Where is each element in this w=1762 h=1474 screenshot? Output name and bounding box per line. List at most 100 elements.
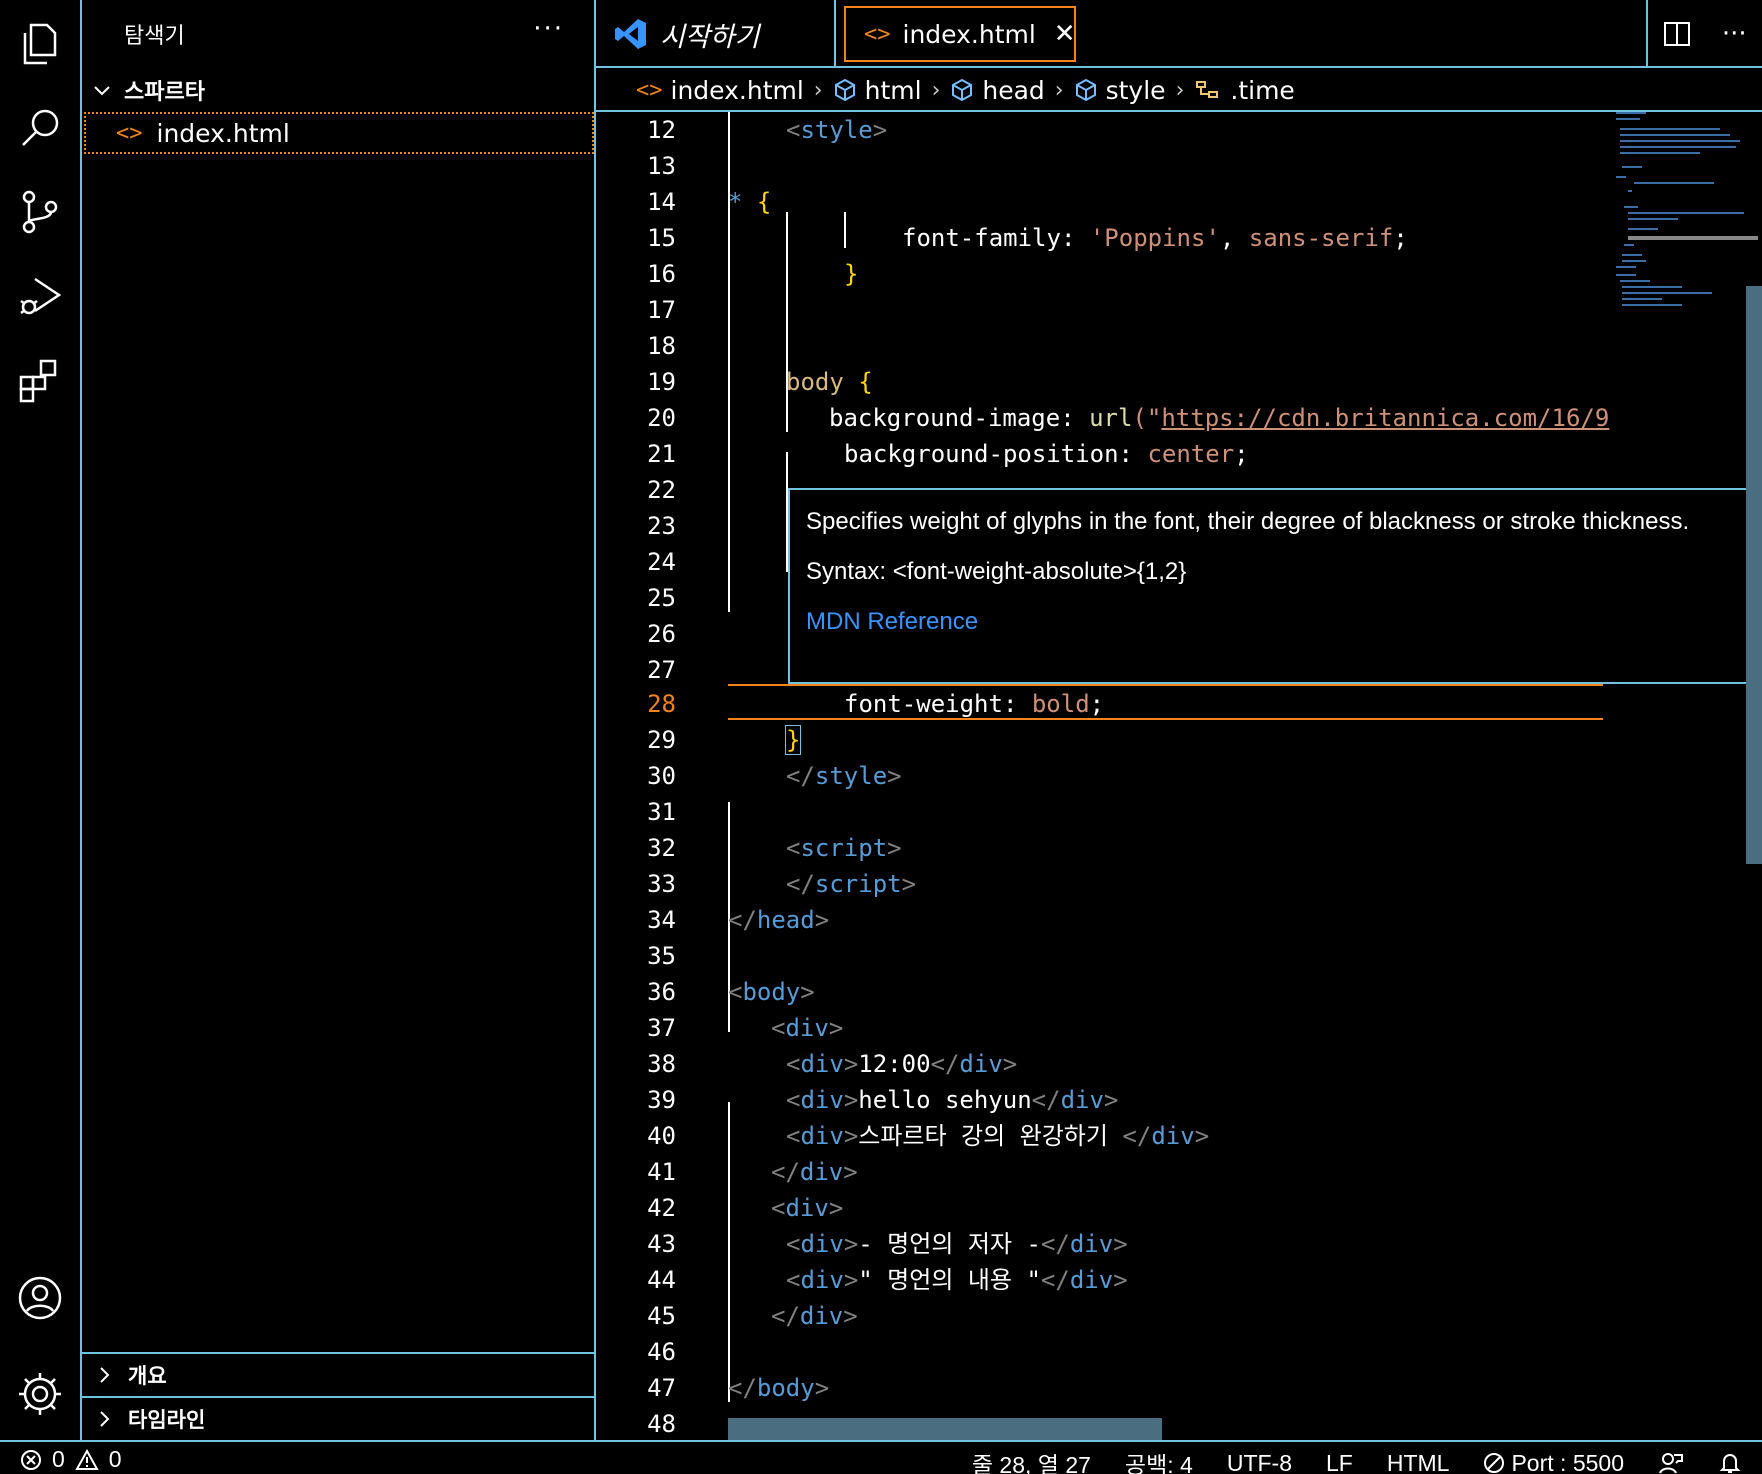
hover-syntax: Syntax: <font-weight-absolute>{1,2}	[806, 558, 1187, 585]
hover-tooltip: Specifies weight of glyphs in the font, …	[788, 488, 1762, 684]
cube-icon	[952, 78, 973, 102]
breadcrumb-time[interactable]: .time	[1194, 75, 1295, 105]
code-line: 30 </style>	[647, 762, 902, 790]
url-link[interactable]: https://cdn.britannica.com/16/9	[1161, 404, 1609, 432]
code-line: 32 <script>	[647, 834, 902, 862]
more-actions-icon[interactable]: ···	[1722, 19, 1747, 49]
cube-icon	[834, 78, 855, 102]
live-server-port[interactable]: Port : 5500	[1483, 1450, 1624, 1474]
hover-description: Specifies weight of glyphs in the font, …	[806, 508, 1690, 535]
explorer-icon[interactable]	[0, 4, 80, 84]
section-timeline[interactable]: 타임라인	[82, 1396, 594, 1440]
no-entry-icon	[1484, 1453, 1505, 1473]
explorer-sidebar: 탐색기 ··· 스파르타 <> index.html 개요 타임라인	[82, 0, 596, 1440]
run-debug-icon[interactable]	[0, 256, 80, 336]
code-line: 19 body {	[647, 368, 873, 396]
cursor-position[interactable]: 줄 28, 열 27	[972, 1446, 1091, 1474]
folder-spartan[interactable]: 스파르타	[92, 74, 205, 106]
breadcrumb-html[interactable]: html	[833, 76, 922, 105]
folder-label: 스파르타	[124, 80, 205, 105]
chevron-right-icon: ›	[1175, 77, 1185, 103]
code-line: 16}	[647, 260, 859, 288]
file-label: index.html	[156, 118, 290, 148]
horizontal-scrollbar[interactable]	[728, 1418, 1162, 1440]
settings-gear-icon[interactable]	[0, 1354, 80, 1434]
code-line: 12 <style>	[647, 116, 888, 144]
breadcrumb-html-label: html	[864, 75, 922, 105]
breadcrumb-time-label: .time	[1230, 75, 1295, 105]
language-mode[interactable]: HTML	[1387, 1450, 1450, 1474]
code-line: 36 <body>	[647, 978, 815, 1006]
end-of-line[interactable]: LF	[1326, 1450, 1353, 1474]
warning-count: 0	[108, 1446, 122, 1472]
breadcrumb-style[interactable]: style	[1074, 76, 1166, 105]
code-line: 46	[647, 1338, 676, 1366]
encoding[interactable]: UTF-8	[1227, 1450, 1292, 1474]
more-actions-icon[interactable]: ···	[533, 14, 564, 44]
css-selector-icon	[1196, 81, 1219, 98]
code-line: 41 </div>	[647, 1158, 858, 1186]
code-line: 20 background-image: url("https://cdn.bri…	[647, 404, 1610, 432]
code-line: 13	[647, 152, 676, 180]
error-icon	[21, 1449, 41, 1470]
chevron-right-icon: ›	[1054, 77, 1064, 103]
html-file-icon: <>	[864, 21, 891, 47]
code-editor[interactable]: 12 <style> 13 14 * { 15 font-family: 'Poppi…	[596, 112, 1762, 1440]
html-file-icon: <>	[116, 120, 143, 146]
breadcrumb-style-label: style	[1105, 75, 1166, 105]
code-line: 44 <div>" 명언의 내용 "</div>	[647, 1266, 1128, 1294]
section-outline[interactable]: 개요	[82, 1352, 594, 1396]
extensions-icon[interactable]	[0, 340, 80, 420]
account-icon[interactable]	[0, 1258, 80, 1338]
code-line: 47 </body>	[647, 1374, 830, 1402]
breadcrumb-file-label: index.html	[670, 75, 804, 105]
code-line: 14 * {	[647, 188, 772, 216]
section-timeline-label: 타임라인	[128, 1408, 206, 1432]
code-line: 42 <div>	[647, 1194, 844, 1222]
chevron-right-icon: ›	[931, 77, 941, 103]
status-bar: 0 0 줄 28, 열 27 공백: 4 UTF-8 LF HTML Port …	[0, 1440, 1762, 1474]
tab-welcome[interactable]: 시작하기	[596, 0, 836, 68]
chevron-down-icon	[94, 86, 110, 96]
feedback-icon[interactable]	[1658, 1451, 1684, 1474]
tab-index-html[interactable]: <> index.html ✕	[844, 6, 1076, 62]
activity-bar	[0, 0, 82, 1440]
code-line: 18	[647, 332, 676, 360]
html-file-icon: <>	[636, 77, 663, 103]
vertical-scrollbar[interactable]	[1746, 286, 1762, 864]
close-icon[interactable]: ✕	[1054, 19, 1076, 49]
error-count: 0	[52, 1446, 65, 1472]
section-outline-label: 개요	[128, 1364, 167, 1388]
source-control-icon[interactable]	[0, 172, 80, 252]
code-line: 17	[647, 296, 676, 324]
code-line: 38 <div>12:00</div>	[647, 1050, 1018, 1078]
cube-icon	[1075, 78, 1096, 102]
search-icon[interactable]	[0, 88, 80, 168]
code-line: 43 <div>- 명언의 저자 -</div>	[647, 1230, 1128, 1258]
indentation[interactable]: 공백: 4	[1125, 1446, 1193, 1474]
chevron-right-icon	[100, 1367, 110, 1383]
bell-icon[interactable]	[1718, 1451, 1742, 1474]
code-line: 21 background-position: center;	[647, 440, 1249, 468]
code-line: 33 </script>	[647, 870, 917, 898]
mdn-reference-link[interactable]: MDN Reference	[806, 604, 1744, 640]
breadcrumb-file[interactable]: <> index.html	[636, 76, 804, 105]
tab-welcome-label: 시작하기	[660, 21, 760, 53]
port-label: Port : 5500	[1511, 1449, 1624, 1474]
breadcrumb-head[interactable]: head	[950, 76, 1045, 105]
code-line: 15 font-family: 'Poppins', sans-serif;	[647, 224, 1408, 252]
tab-index-label: index.html	[902, 19, 1036, 49]
split-editor-icon[interactable]	[1663, 20, 1691, 48]
vscode-logo-icon	[615, 19, 646, 49]
code-line: 28 font-weight: bold;	[647, 690, 1105, 718]
warning-icon	[75, 1448, 99, 1470]
editor-actions: ···	[1646, 0, 1762, 68]
code-line: 35	[647, 942, 676, 970]
code-line: 37 <div>	[647, 1014, 844, 1042]
problems-indicator[interactable]: 0 0	[20, 1446, 122, 1473]
minimap[interactable]	[1614, 110, 1758, 310]
file-index-html[interactable]: <> index.html	[84, 112, 594, 154]
code-line: 34 </head>	[647, 906, 830, 934]
code-line: 40 <div>스파르타 강의 완강하기 </div>	[647, 1122, 1210, 1150]
breadcrumb: <> index.html › html › head › style › .ti…	[596, 70, 1762, 112]
